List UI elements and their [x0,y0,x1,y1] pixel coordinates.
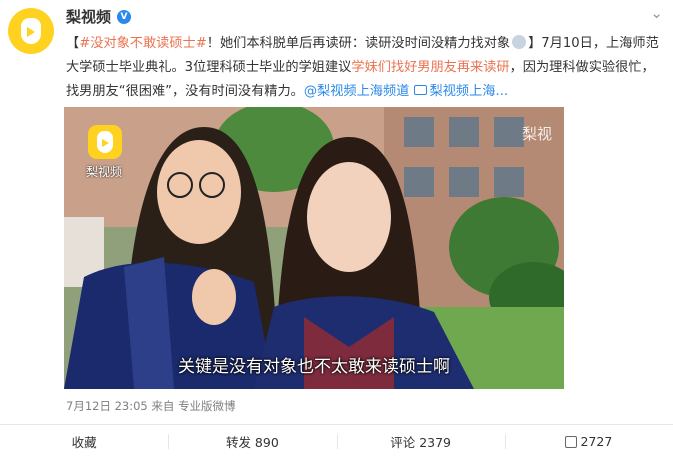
hashtag-link[interactable]: #没对象不敢读硕士# [79,36,207,51]
video-watermark-logo [88,125,122,159]
avatar[interactable] [8,8,54,54]
source-prefix: 来自 [151,399,175,413]
mention-link[interactable]: @梨视频上海频道 [304,84,410,99]
favorite-button[interactable]: 收藏 [0,425,168,458]
post-source[interactable]: 专业版微博 [178,399,236,413]
author-name[interactable]: 梨视频 [66,6,111,27]
video-watermark-text: 梨视频 [86,165,123,179]
video-corner-watermark: 梨视 [521,125,552,143]
comment-button[interactable]: 评论 2379 [336,425,505,458]
watermark-play-icon [102,139,109,147]
post-text: 【#没对象不敢读硕士#！她们本科脱单后再读研：读研没时间没精力找对象 】7月10日… [66,32,662,104]
post-meta: 7月12日 23:05 来自 专业版微博 [66,398,236,414]
video-link[interactable]: 梨视频上海... [413,84,509,99]
author-header: 梨视频 V [66,6,132,27]
repost-label: 转发 890 [225,435,279,450]
video-frame [64,107,564,389]
post-segment-1: ！她们本科脱单后再读研：读研没时间没精力找对象 [206,36,511,51]
like-button[interactable]: 2727 [504,425,673,458]
bracket-open: 【 [66,36,80,51]
post-timestamp[interactable]: 7月12日 23:05 [66,399,148,413]
video-player[interactable]: 梨视频 梨视 关键是没有对象也不太敢来读硕士啊 [64,107,564,389]
video-subtitle: 关键是没有对象也不太敢来读硕士啊 [178,357,450,377]
favorite-label: 收藏 [71,435,97,450]
play-icon [27,27,35,37]
chevron-down-icon[interactable]: ⌄ [650,4,663,22]
weibo-post-card: 梨视频 V ⌄ 【#没对象不敢读硕士#！她们本科脱单后再读研：读研没时间没精力找… [0,0,673,458]
verified-icon: V [117,9,132,24]
video-link-label: 梨视频上海... [429,84,509,99]
repost-button[interactable]: 转发 890 [168,425,336,458]
like-count: 2727 [580,434,613,449]
face-emoji-icon [512,35,527,49]
video-link-icon [413,85,427,95]
action-bar: 收藏 转发 890 评论 2379 2727 [0,425,673,458]
thumb-up-icon [565,435,578,448]
highlight-text: 学妹们找好男朋友再来读研 [351,60,510,75]
comment-label: 评论 2379 [390,435,452,450]
